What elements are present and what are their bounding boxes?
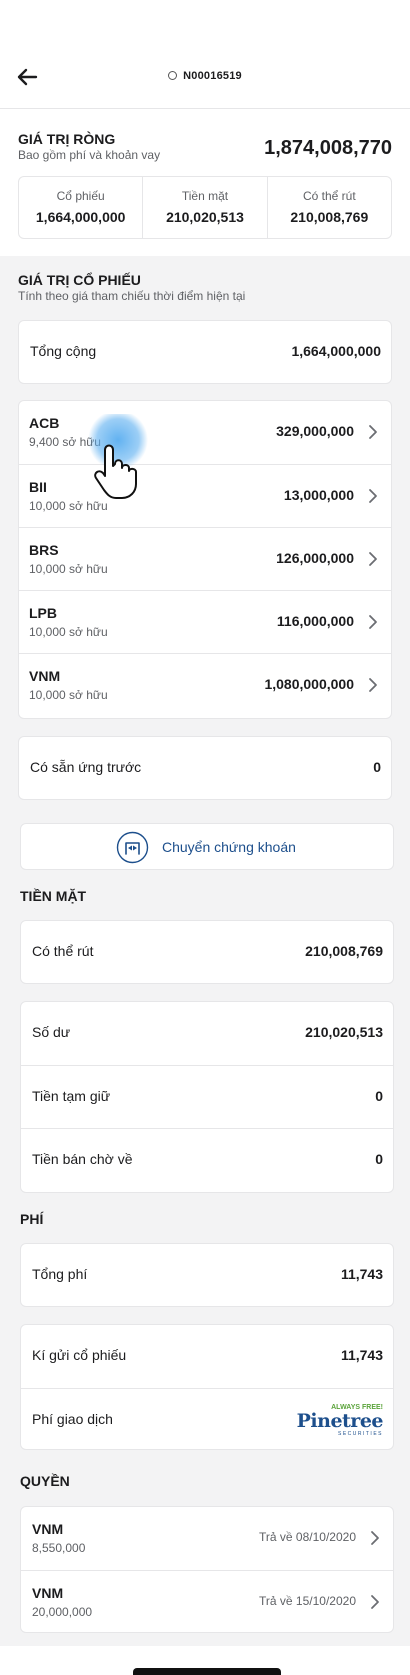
right-date: Trả về 15/10/2020 bbox=[259, 1594, 356, 1608]
holding-row-brs[interactable]: BRS 10,000 sở hữu 126,000,000 bbox=[19, 527, 391, 590]
deposit-fee-label: Kí gửi cổ phiếu bbox=[32, 1347, 127, 1363]
chevron-right-icon bbox=[371, 1531, 379, 1545]
holding-value: 126,000,000 bbox=[276, 550, 354, 566]
home-indicator bbox=[133, 1668, 281, 1675]
holding-row-vnm[interactable]: VNM 10,000 sở hữu 1,080,000,000 bbox=[19, 653, 391, 716]
advance-label: Có sẵn ứng trước bbox=[30, 759, 142, 775]
breakdown-label: Tiền mặt bbox=[181, 189, 229, 203]
net-value-amount: 1,874,008,770 bbox=[264, 137, 392, 159]
holding-owned: 10,000 sở hữu bbox=[29, 499, 108, 513]
chevron-right-icon bbox=[369, 425, 377, 439]
fees-total-value: 11,743 bbox=[340, 1266, 383, 1282]
holding-owned: 9,400 sở hữu bbox=[29, 435, 101, 449]
cash-row-value: 0 bbox=[375, 1151, 383, 1167]
transfer-icon bbox=[116, 831, 149, 864]
breakdown-value: 210,008,769 bbox=[290, 209, 369, 225]
holding-owned: 10,000 sở hữu bbox=[29, 562, 108, 576]
trading-fee-row: Phí giao dịch ALWAYS FREE! Pinetree SECU… bbox=[21, 1388, 393, 1449]
advance-row: Có sẵn ứng trước 0 bbox=[19, 737, 391, 799]
holding-symbol: ACB bbox=[29, 415, 60, 431]
holding-value: 1,080,000,000 bbox=[264, 676, 354, 692]
breakdown-value: 1,664,000,000 bbox=[35, 209, 126, 225]
holding-value: 329,000,000 bbox=[276, 423, 354, 439]
fees-title: PHÍ bbox=[20, 1211, 44, 1227]
chevron-right-icon bbox=[371, 1595, 379, 1609]
transfer-securities-button[interactable]: Chuyển chứng khoán bbox=[20, 823, 394, 870]
rights-list: VNM 8,550,000 Trả về 08/10/2020 VNM 20,0… bbox=[20, 1506, 394, 1633]
holding-symbol: BII bbox=[29, 479, 47, 495]
right-row[interactable]: VNM 8,550,000 Trả về 08/10/2020 bbox=[21, 1507, 393, 1570]
trading-fee-label: Phí giao dịch bbox=[32, 1411, 113, 1427]
fees-details-card: Kí gửi cổ phiếu 11,743 Phí giao dịch ALW… bbox=[20, 1324, 394, 1450]
chevron-right-icon bbox=[369, 552, 377, 566]
logo-sub: SECURITIES bbox=[337, 1431, 383, 1437]
holding-row-bii[interactable]: BII 10,000 sở hữu 13,000,000 bbox=[19, 464, 391, 527]
breakdown-value: 210,020,513 bbox=[166, 209, 244, 225]
breakdown-cash: Tiền mặt 210,020,513 bbox=[142, 177, 266, 238]
chevron-right-icon bbox=[369, 615, 377, 629]
right-row[interactable]: VNM 20,000,000 Trả về 15/10/2020 bbox=[21, 1570, 393, 1632]
right-quantity: 20,000,000 bbox=[32, 1605, 93, 1619]
withdrawable-value: 210,008,769 bbox=[305, 943, 383, 959]
account-id: N00016519 bbox=[183, 70, 242, 82]
cash-pending-row: Tiền bán chờ về 0 bbox=[21, 1128, 393, 1191]
radio-circle-icon bbox=[168, 71, 178, 80]
pinetree-logo: ALWAYS FREE! Pinetree SECURITIES bbox=[297, 1404, 384, 1438]
stock-total-row: Tổng cộng 1,664,000,000 bbox=[19, 321, 391, 383]
cash-balance-row: Số dư 210,020,513 bbox=[21, 1002, 393, 1065]
advance-value: 0 bbox=[373, 759, 381, 775]
stock-total-value: 1,664,000,000 bbox=[291, 343, 381, 359]
stock-total-label: Tổng cộng bbox=[30, 343, 97, 359]
stock-total-card: Tổng cộng 1,664,000,000 bbox=[18, 320, 392, 384]
logo-brand: Pinetree bbox=[296, 1410, 384, 1432]
right-date: Trả về 08/10/2020 bbox=[259, 1530, 356, 1544]
holding-symbol: VNM bbox=[29, 668, 61, 684]
withdrawable-card: Có thể rút 210,008,769 bbox=[20, 920, 394, 984]
account-selector[interactable]: N00016519 bbox=[0, 70, 410, 82]
withdrawable-label: Có thể rút bbox=[32, 943, 94, 959]
cash-row-label: Tiền bán chờ về bbox=[32, 1151, 133, 1167]
holding-owned: 10,000 sở hữu bbox=[29, 625, 108, 639]
breakdown-label: Cổ phiếu bbox=[56, 189, 105, 203]
holding-value: 116,000,000 bbox=[276, 613, 354, 629]
cash-row-label: Số dư bbox=[32, 1024, 71, 1040]
holdings-list: ACB 9,400 sở hữu 329,000,000 BII 10,000 … bbox=[18, 400, 392, 719]
stock-value-title: GIÁ TRỊ CỔ PHIẾU bbox=[18, 272, 141, 288]
transfer-label: Chuyển chứng khoán bbox=[162, 839, 296, 855]
holding-symbol: LPB bbox=[29, 605, 57, 621]
chevron-right-icon bbox=[369, 678, 377, 692]
breakdown-label: Có thể rút bbox=[302, 189, 356, 203]
cash-details-card: Số dư 210,020,513 Tiền tạm giữ 0 Tiền bá… bbox=[20, 1001, 394, 1193]
right-quantity: 8,550,000 bbox=[32, 1541, 86, 1555]
net-value-title: GIÁ TRỊ RÒNG bbox=[18, 131, 116, 147]
fees-total-row: Tổng phí 11,743 bbox=[21, 1244, 393, 1306]
net-value-breakdown: Cổ phiếu 1,664,000,000 Tiền mặt 210,020,… bbox=[18, 176, 392, 239]
stock-value-subtitle: Tính theo giá tham chiếu thời điểm hiện … bbox=[18, 289, 246, 303]
breakdown-stocks: Cổ phiếu 1,664,000,000 bbox=[19, 177, 142, 238]
cash-title: TIỀN MẶT bbox=[20, 888, 87, 904]
advance-card: Có sẵn ứng trước 0 bbox=[18, 736, 392, 800]
holding-row-lpb[interactable]: LPB 10,000 sở hữu 116,000,000 bbox=[19, 590, 391, 653]
net-value-subtitle: Bao gồm phí và khoản vay bbox=[18, 148, 161, 162]
right-symbol: VNM bbox=[32, 1585, 64, 1601]
app-header: N00016519 bbox=[0, 0, 410, 109]
chevron-right-icon bbox=[369, 489, 377, 503]
right-symbol: VNM bbox=[32, 1521, 64, 1537]
breakdown-withdrawable: Có thể rút 210,008,769 bbox=[266, 177, 391, 238]
withdrawable-row: Có thể rút 210,008,769 bbox=[21, 921, 393, 983]
holding-row-acb[interactable]: ACB 9,400 sở hữu 329,000,000 bbox=[19, 401, 391, 464]
fees-total-card: Tổng phí 11,743 bbox=[20, 1243, 394, 1307]
deposit-fee-value: 11,743 bbox=[340, 1347, 383, 1363]
deposit-fee-row: Kí gửi cổ phiếu 11,743 bbox=[21, 1325, 393, 1388]
fees-total-label: Tổng phí bbox=[32, 1266, 88, 1282]
cash-row-value: 210,020,513 bbox=[305, 1024, 383, 1040]
rights-title: QUYỀN bbox=[20, 1473, 70, 1489]
holding-owned: 10,000 sở hữu bbox=[29, 688, 108, 702]
cash-row-label: Tiền tạm giữ bbox=[32, 1088, 111, 1104]
holding-symbol: BRS bbox=[29, 542, 59, 558]
holding-value: 13,000,000 bbox=[283, 487, 354, 503]
cash-held-row: Tiền tạm giữ 0 bbox=[21, 1065, 393, 1128]
cash-row-value: 0 bbox=[375, 1088, 383, 1104]
